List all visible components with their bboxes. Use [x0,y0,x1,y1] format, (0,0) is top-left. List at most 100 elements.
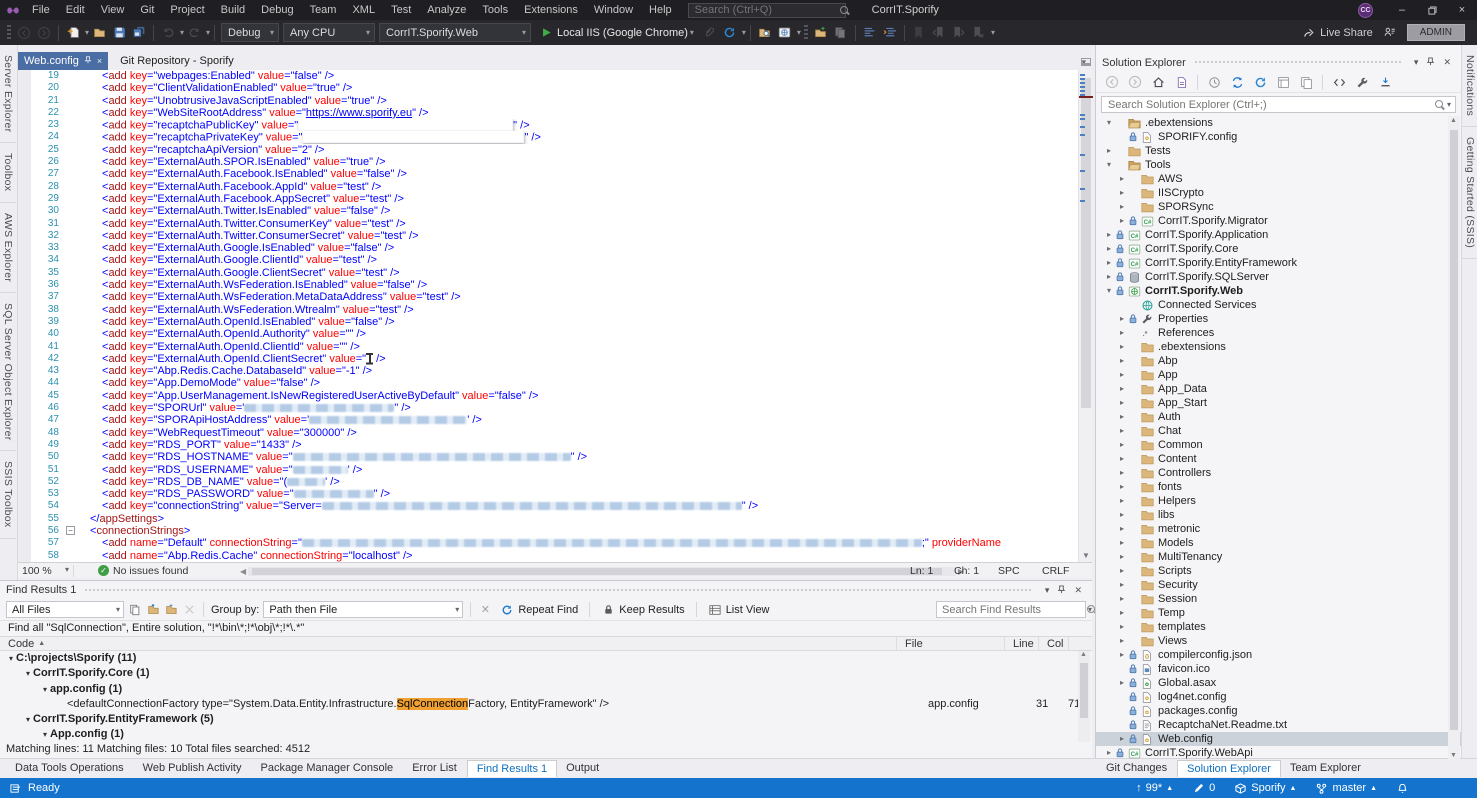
expand-icon[interactable]: ▸ [1117,550,1127,564]
expand-icon[interactable]: ▸ [1117,634,1127,648]
save-all-icon[interactable] [129,23,149,43]
list-view-button[interactable]: List View [704,603,774,617]
tree-item-content[interactable]: ▸Content [1096,452,1461,466]
new-folder-icon[interactable] [811,23,831,43]
menu-item-view[interactable]: View [93,0,133,20]
tree-item-session[interactable]: ▸Session [1096,592,1461,606]
expand-icon[interactable]: ▸ [1117,606,1127,620]
expand-icon[interactable]: ▸ [1117,732,1127,746]
hscroll-thumb[interactable] [252,568,942,575]
nav-back-icon[interactable] [14,23,34,43]
expand-icon[interactable]: ▸ [1117,326,1127,340]
find-results-titlebar[interactable]: Find Results 1 ▾ ✕ [0,581,1092,599]
tree-item-global-asax[interactable]: ▸Global.asax [1096,676,1461,690]
code-line[interactable]: 27<add key="ExternalAuth.Facebook.IsEnab… [18,168,1092,180]
code-line[interactable]: 46<add key="SPORUrl" value='" /> [18,402,1092,414]
tree-item-corrit-sporify-sqlserver[interactable]: ▸CorrIT.Sporify.SQLServer [1096,270,1461,284]
tree-item-models[interactable]: ▸Models [1096,536,1461,550]
code-line[interactable]: 37<add key="ExternalAuth.WsFederation.Me… [18,291,1092,303]
code-line[interactable]: 56−<connectionStrings> [18,525,1092,537]
tree-item-sporify-config[interactable]: SPORIFY.config [1096,130,1461,144]
refresh-icon-dropdown[interactable]: ▾ [742,28,746,37]
tree-item-fonts[interactable]: ▸fonts [1096,480,1461,494]
space-mode[interactable]: SPC [998,565,1042,577]
code-line[interactable]: 54<add key="connectionString" value="Ser… [18,500,1092,512]
issues-indicator[interactable]: ✓ No issues found [98,565,188,577]
tree-item-corrit-sporify-webapi[interactable]: ▸C#CorrIT.Sporify.WebApi [1096,746,1461,760]
expand-icon[interactable]: ▸ [1117,620,1127,634]
expand-icon[interactable]: ▸ [1117,466,1127,480]
tree-item-helpers[interactable]: ▸Helpers [1096,494,1461,508]
code-line[interactable]: 52<add key="RDS_DB_NAME" value="(' /> [18,476,1092,488]
panel-tab-solution-explorer[interactable]: Solution Explorer [1177,760,1281,777]
open-folder-icon[interactable] [89,23,109,43]
tree-item-tools[interactable]: ▾Tools [1096,158,1461,172]
expand-icon[interactable]: ▸ [1117,340,1127,354]
sync-commits-button[interactable]: ↑99*▲ [1136,782,1173,794]
tree-item-libs[interactable]: ▸libs [1096,508,1461,522]
repeat-find-button[interactable]: Repeat Find [496,603,582,617]
expand-icon[interactable]: ▸ [1117,172,1127,186]
tree-item-tests[interactable]: ▸Tests [1096,144,1461,158]
tree-item-corrit-sporify-entityframework[interactable]: ▸C#CorrIT.Sporify.EntityFramework [1096,256,1461,270]
nav-forward-icon[interactable] [1125,72,1145,92]
collapse-icon[interactable]: ▾ [1104,284,1114,298]
tree-item-recaptchanet-readme-txt[interactable]: RecaptchaNet.Readme.txt [1096,718,1461,732]
redo-icon-dropdown[interactable]: ▾ [206,28,210,37]
branch-button[interactable]: master▲ [1314,781,1377,795]
code-icon[interactable] [1329,72,1349,92]
code-line[interactable]: 58<add name="Abp.Redis.Cache" connection… [18,550,1092,562]
code-line[interactable]: 35<add key="ExternalAuth.Google.ClientSe… [18,267,1092,279]
browser-preview-icon[interactable] [775,23,795,43]
refresh-icon[interactable] [720,23,740,43]
feedback-icon[interactable] [1383,26,1397,40]
menu-item-team[interactable]: Team [302,0,345,20]
expand-icon[interactable]: ▸ [1104,228,1114,242]
tab-web-config[interactable]: Web.config × [18,52,108,70]
code-line[interactable]: 43<add key="Abp.Redis.Cache.DatabaseId" … [18,365,1092,377]
close-icon[interactable]: ✕ [1439,57,1455,68]
repository-button[interactable]: Sporify▲ [1233,781,1296,795]
expand-icon[interactable]: ▸ [1117,676,1127,690]
expand-icon[interactable]: ▸ [1104,242,1114,256]
expand-icon[interactable]: ▸ [1117,396,1127,410]
code-line[interactable]: 34<add key="ExternalAuth.Google.ClientId… [18,254,1092,266]
tool-tab-server-explorer[interactable]: Server Explorer [0,45,16,143]
maximize-button[interactable] [1417,0,1447,20]
code-line[interactable]: 30<add key="ExternalAuth.Twitter.IsEnabl… [18,205,1092,217]
code-line[interactable]: 38<add key="ExternalAuth.WsFederation.Wt… [18,304,1092,316]
expand-icon[interactable]: ▸ [1117,578,1127,592]
expand-icon[interactable]: ▸ [1117,564,1127,578]
tree-item-app[interactable]: ▸App [1096,368,1461,382]
tree-item-scripts[interactable]: ▸Scripts [1096,564,1461,578]
keep-results-button[interactable]: Keep Results [597,603,688,617]
new-file-icon[interactable] [63,23,83,43]
admin-badge[interactable]: ADMIN [1407,24,1465,41]
expand-icon[interactable]: ▸ [1117,354,1127,368]
expand-icon[interactable]: ▸ [1117,312,1127,326]
close-button[interactable]: × [1447,0,1477,20]
code-line[interactable]: 25<add key="recaptchaApiVersion" value="… [18,144,1092,156]
tree-item-corrit-sporify-migrator[interactable]: ▸C#CorrIT.Sporify.Migrator [1096,214,1461,228]
scroll-left-icon[interactable]: ◀ [240,567,246,576]
tree-item-auth[interactable]: ▸Auth [1096,410,1461,424]
solution-explorer-titlebar[interactable]: Solution Explorer ▾ ✕ [1096,53,1461,72]
expand-icon[interactable]: ▸ [1104,256,1114,270]
expand-icon[interactable]: ▸ [1117,452,1127,466]
format-document-icon[interactable] [860,23,880,43]
expand-icon[interactable]: ▾ [40,727,50,742]
save-icon[interactable] [109,23,129,43]
tree-item-properties[interactable]: ▸Properties [1096,312,1461,326]
column-code[interactable]: Code▲ [0,637,897,650]
minimize-button[interactable]: – [1387,0,1417,20]
expand-icon[interactable]: ▸ [1104,144,1114,158]
editor-vertical-scrollbar[interactable]: ▼ [1078,70,1092,562]
menu-item-project[interactable]: Project [162,0,212,20]
preview-icon[interactable] [1296,72,1316,92]
tree-item-metronic[interactable]: ▸metronic [1096,522,1461,536]
tree-item-app-data[interactable]: ▸App_Data [1096,382,1461,396]
expand-icon[interactable]: ▸ [1117,200,1127,214]
solution-configuration-dropdown[interactable]: Debug▾ [221,23,279,42]
expand-icon[interactable]: ▸ [1117,424,1127,438]
tree-item-corrit-sporify-core[interactable]: ▸C#CorrIT.Sporify.Core [1096,242,1461,256]
